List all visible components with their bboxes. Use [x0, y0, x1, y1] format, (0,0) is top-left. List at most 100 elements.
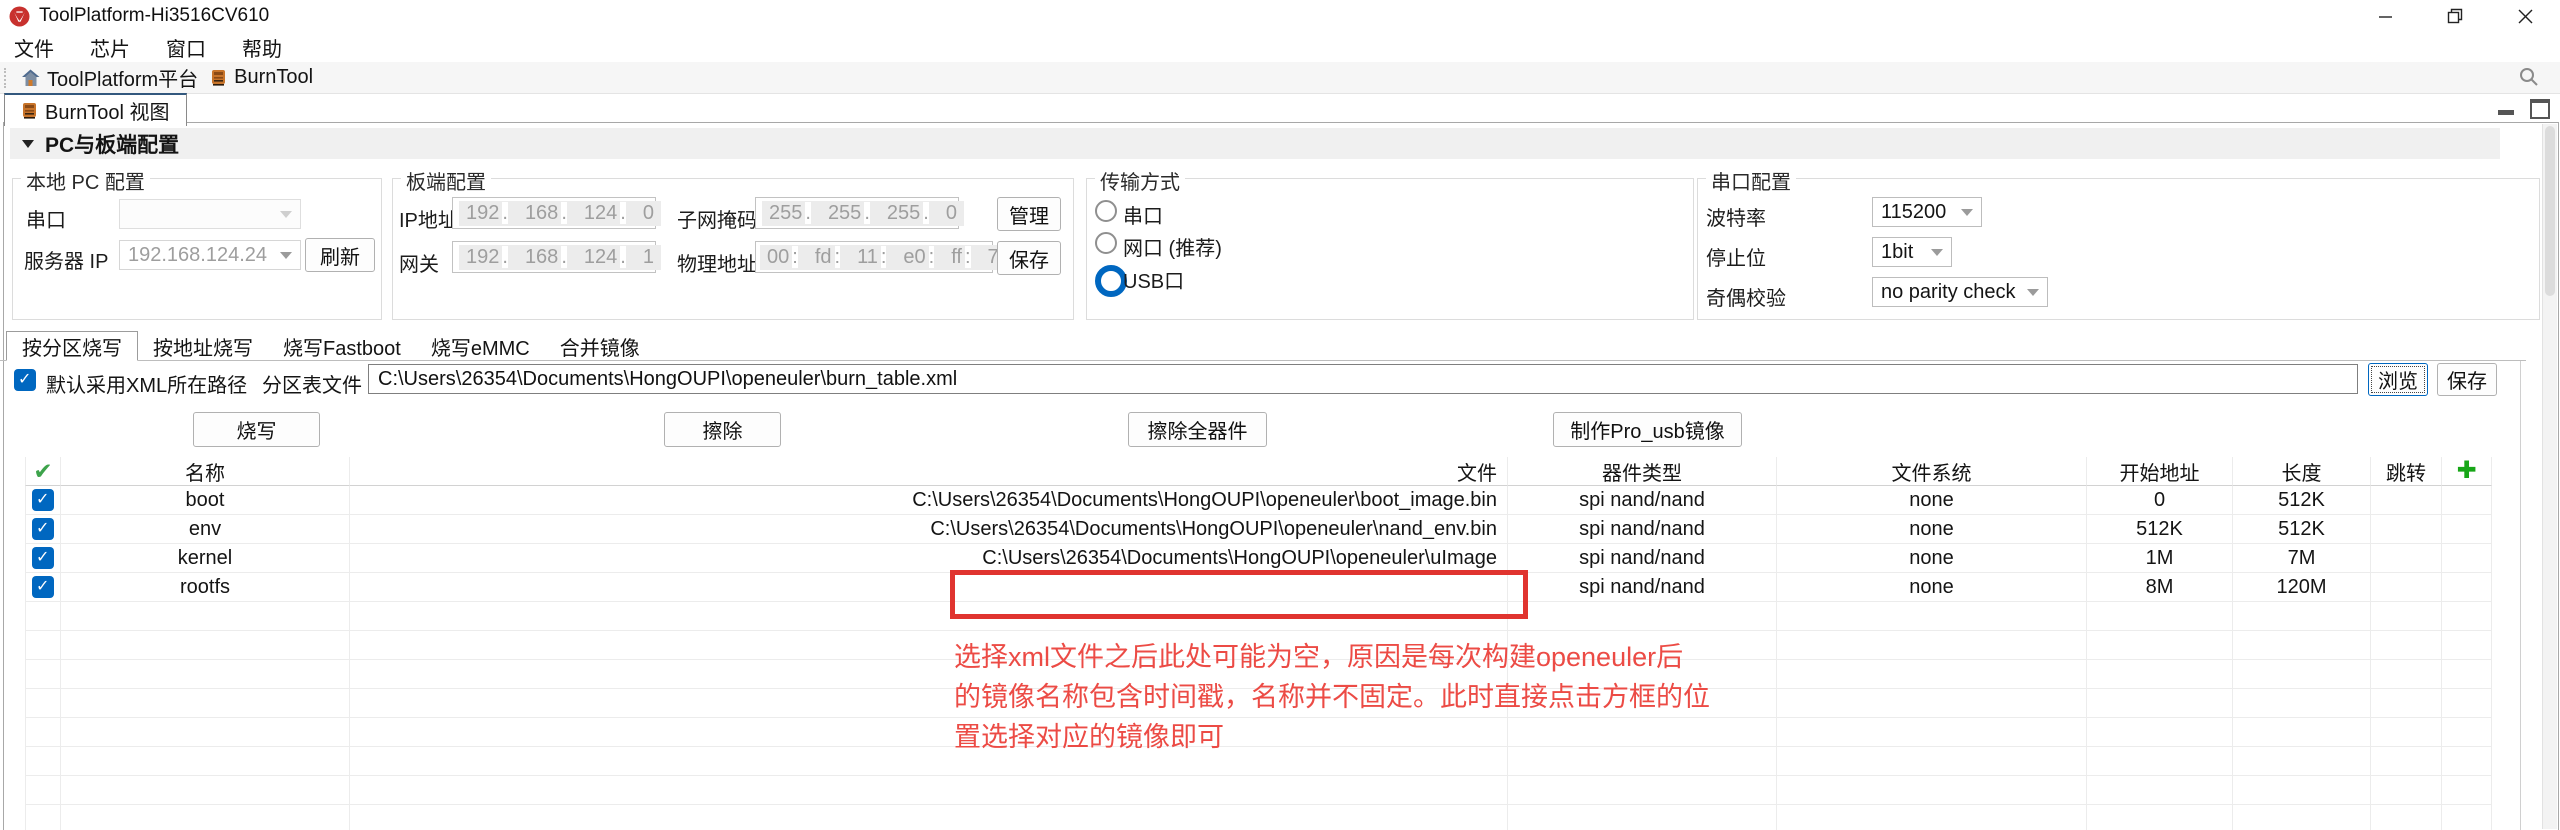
cell-jump — [2371, 805, 2442, 830]
ip-octet[interactable]: 0 — [636, 201, 661, 226]
mask-octet[interactable]: 255 — [821, 201, 880, 226]
cell-length[interactable]: 512K — [2233, 515, 2371, 544]
refresh-button[interactable]: 刷新 — [305, 238, 375, 272]
cell-file[interactable]: C:\Users\26354\Documents\HongOUPI\openeu… — [350, 515, 1508, 544]
radio-ethernet-label[interactable]: 网口 (推荐) — [1123, 232, 1222, 261]
baud-rate-select[interactable]: 115200 — [1872, 197, 1982, 227]
server-ip-select[interactable]: 192.168.124.24 — [119, 240, 301, 270]
gateway-octet[interactable]: 1 — [636, 245, 661, 270]
mac-octet[interactable]: 11 — [850, 245, 896, 270]
search-icon[interactable] — [2518, 66, 2540, 88]
cell-filesystem[interactable]: none — [1777, 544, 2087, 573]
radio-serial[interactable] — [1095, 200, 1117, 222]
window-minimize-button[interactable] — [2350, 0, 2420, 32]
vertical-scrollbar[interactable] — [2542, 124, 2557, 829]
cell-start-address[interactable]: 1M — [2087, 544, 2233, 573]
tab-burn-by-address[interactable]: 按地址烧写 — [138, 332, 268, 360]
use-xml-path-checkbox[interactable] — [14, 369, 36, 391]
mask-octet[interactable]: 255 — [880, 201, 939, 226]
browse-button[interactable]: 浏览 — [2368, 363, 2428, 396]
cell-name[interactable]: kernel — [61, 544, 350, 573]
cell-file[interactable]: C:\Users\26354\Documents\HongOUPI\openeu… — [350, 486, 1508, 515]
mac-octet[interactable]: 00 — [760, 245, 808, 270]
cell-name[interactable]: rootfs — [61, 573, 350, 602]
cell-name[interactable]: env — [61, 515, 350, 544]
cell-filesystem[interactable]: none — [1777, 486, 2087, 515]
scrollbar-thumb[interactable] — [2545, 126, 2555, 296]
ip-octet[interactable]: 168 — [518, 201, 577, 226]
header-add-row[interactable]: ✚ — [2442, 457, 2492, 486]
erase-button[interactable]: 擦除 — [664, 412, 781, 447]
save-board-button[interactable]: 保存 — [997, 241, 1061, 275]
window-close-button[interactable] — [2490, 0, 2560, 32]
cell-device-type[interactable]: spi nand/nand — [1508, 486, 1777, 515]
cell-device-type[interactable]: spi nand/nand — [1508, 573, 1777, 602]
parity-select[interactable]: no parity check — [1872, 277, 2048, 307]
cell-start-address[interactable]: 512K — [2087, 515, 2233, 544]
cell-jump — [2371, 747, 2442, 776]
cell-start-address[interactable]: 0 — [2087, 486, 2233, 515]
subnet-mask-input[interactable]: 255 255 255 0 — [755, 197, 959, 229]
row-checkbox-cell[interactable] — [25, 515, 61, 544]
menu-file[interactable]: 文件 — [14, 33, 54, 62]
mac-address-input[interactable]: 00 fd 11 e0 ff 71 — [755, 241, 993, 273]
cell-length[interactable]: 512K — [2233, 486, 2371, 515]
view-minimize-icon[interactable] — [2498, 103, 2514, 115]
burn-button[interactable]: 烧写 — [193, 412, 320, 447]
cell-file[interactable]: C:\Users\26354\Documents\HongOUPI\openeu… — [350, 544, 1508, 573]
stop-bit-select[interactable]: 1bit — [1872, 237, 1952, 267]
row-checkbox[interactable] — [32, 518, 54, 540]
use-xml-path-label[interactable]: 默认采用XML所在路径 — [46, 369, 247, 398]
serial-port-select[interactable] — [119, 199, 301, 229]
ip-octet[interactable]: 124 — [577, 201, 636, 226]
radio-ethernet[interactable] — [1095, 232, 1117, 254]
mask-octet[interactable]: 0 — [939, 201, 964, 226]
cell-start-address[interactable]: 8M — [2087, 573, 2233, 602]
partition-table-file-input[interactable] — [368, 364, 2358, 394]
row-checkbox[interactable] — [32, 489, 54, 511]
cell-name — [61, 805, 350, 830]
view-maximize-icon[interactable] — [2530, 99, 2550, 119]
section-pc-board-config[interactable]: PC与板端配置 — [10, 128, 2500, 159]
radio-serial-label[interactable]: 串口 — [1123, 200, 1163, 229]
mac-octet[interactable]: e0 — [896, 245, 944, 270]
tab-merge-image[interactable]: 合并镜像 — [545, 332, 655, 360]
cell-length[interactable]: 7M — [2233, 544, 2371, 573]
erase-all-button[interactable]: 擦除全器件 — [1128, 412, 1267, 447]
ip-address-input[interactable]: 192 168 124 0 — [452, 197, 656, 229]
cell-device-type[interactable]: spi nand/nand — [1508, 544, 1777, 573]
menu-help[interactable]: 帮助 — [242, 33, 282, 62]
mac-octet[interactable]: fd — [808, 245, 850, 270]
gateway-input[interactable]: 192 168 124 1 — [452, 241, 656, 273]
menu-window[interactable]: 窗口 — [166, 33, 206, 62]
tab-burn-emmc[interactable]: 烧写eMMC — [416, 332, 545, 360]
radio-usb-label[interactable]: USB口 — [1123, 265, 1184, 294]
cell-length[interactable]: 120M — [2233, 573, 2371, 602]
make-pro-usb-image-button[interactable]: 制作Pro_usb镜像 — [1553, 412, 1742, 447]
gateway-octet[interactable]: 124 — [577, 245, 636, 270]
gateway-octet[interactable]: 192 — [459, 245, 518, 270]
save-xml-button[interactable]: 保存 — [2437, 363, 2497, 396]
toolbar-item-platform[interactable]: ToolPlatform平台 — [21, 63, 198, 92]
ip-octet[interactable]: 192 — [459, 201, 518, 226]
row-checkbox[interactable] — [32, 576, 54, 598]
menu-chip[interactable]: 芯片 — [90, 33, 130, 62]
mask-octet[interactable]: 255 — [762, 201, 821, 226]
gateway-octet[interactable]: 168 — [518, 245, 577, 270]
toolbar-item-burntool[interactable]: BurnTool — [210, 66, 313, 89]
cell-device-type[interactable]: spi nand/nand — [1508, 515, 1777, 544]
tab-burn-fastboot[interactable]: 烧写Fastboot — [268, 332, 416, 360]
cell-filesystem[interactable]: none — [1777, 515, 2087, 544]
cell-name[interactable]: boot — [61, 486, 350, 515]
row-checkbox-cell[interactable] — [25, 544, 61, 573]
window-restore-button[interactable] — [2420, 0, 2490, 32]
row-checkbox[interactable] — [32, 547, 54, 569]
tab-burn-by-partition[interactable]: 按分区烧写 — [6, 331, 138, 361]
cell-filesystem[interactable]: none — [1777, 573, 2087, 602]
mac-octet[interactable]: ff — [944, 245, 980, 270]
manage-button[interactable]: 管理 — [997, 197, 1061, 231]
tab-burntool-view[interactable]: BurnTool 视图 — [4, 93, 187, 126]
row-checkbox-cell[interactable] — [25, 573, 61, 602]
header-select-all[interactable]: ✔ — [25, 457, 61, 486]
row-checkbox-cell[interactable] — [25, 486, 61, 515]
